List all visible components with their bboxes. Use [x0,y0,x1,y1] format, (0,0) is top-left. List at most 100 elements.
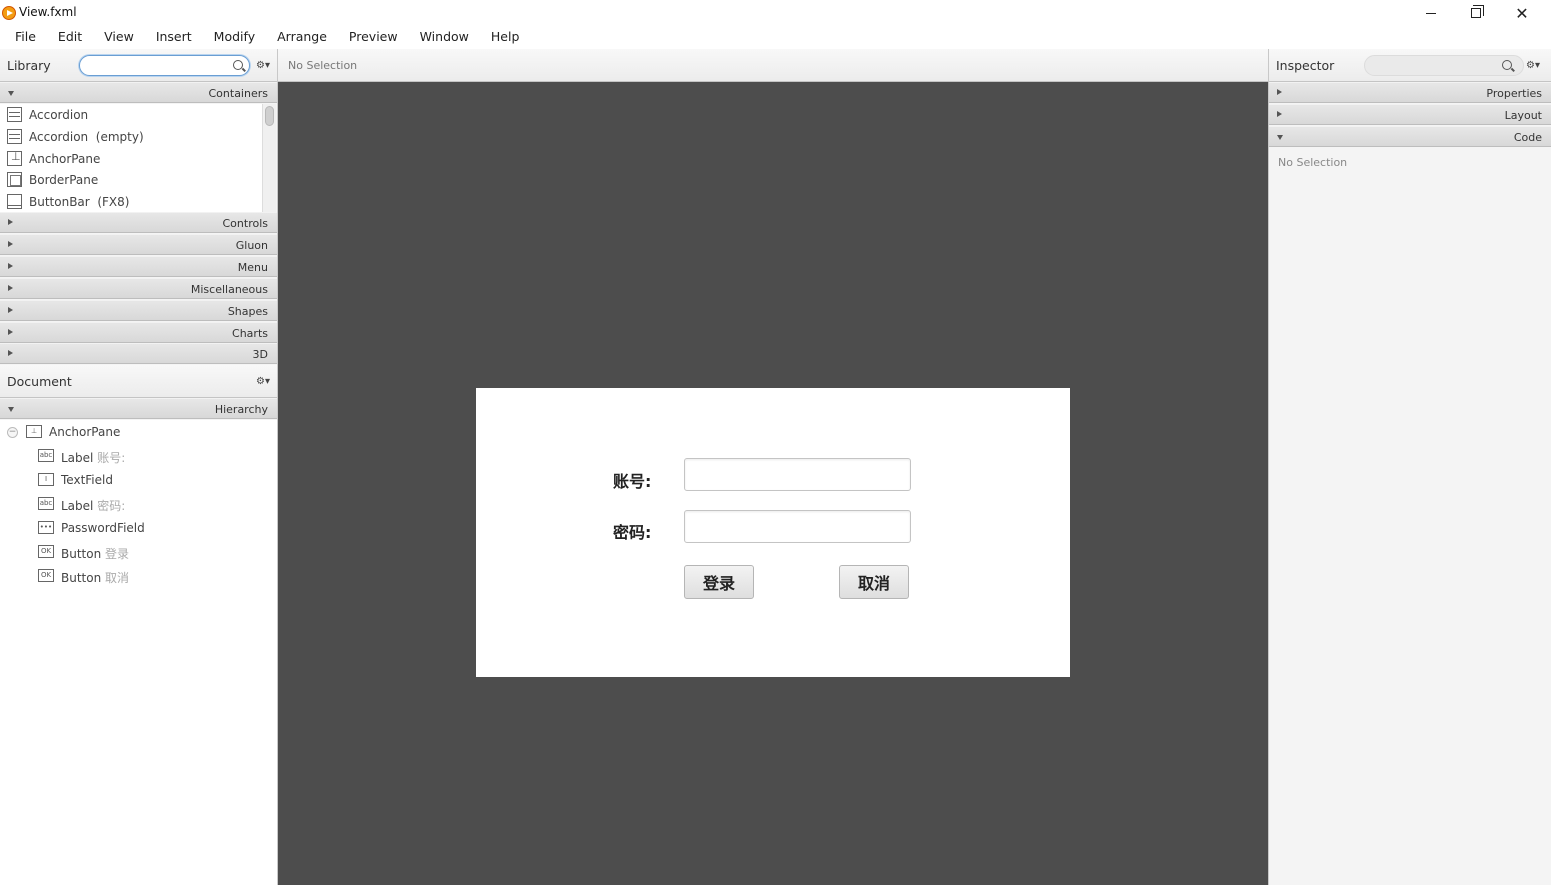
section-label: Properties [1486,87,1542,100]
library-item-label: Accordion (empty) [29,130,144,144]
scrollbar-thumb[interactable] [265,106,274,126]
tree-item-type: Button [61,571,102,585]
accordion-icon [7,129,22,144]
menu-arrange[interactable]: Arrange [266,26,338,48]
tree-item-label: AnchorPane [49,425,121,439]
collapsed-triangle-icon [8,285,13,291]
collapsed-triangle-icon [1277,89,1282,95]
tree-item-label: Button 登录 [61,545,129,562]
restore-icon [1471,5,1484,18]
document-title: Document [7,374,72,389]
tree-item-label-password[interactable]: abc Label 密码: [0,493,277,515]
library-search-box[interactable] [79,55,250,76]
section-miscellaneous[interactable]: Miscellaneous [0,278,277,299]
account-label[interactable]: 账号: [613,468,651,492]
anchorpane-icon [7,150,22,166]
left-panel: Library ⚙▾ Containers Accordion Accordio… [0,49,278,885]
section-controls[interactable]: Controls [0,212,277,233]
tree-item-button-cancel[interactable]: OK Button 取消 [0,565,277,587]
document-header: Document ⚙▾ [0,365,277,398]
label-icon: abc [38,497,54,510]
section-charts[interactable]: Charts [0,322,277,343]
anchorpane-icon: ⊥ [26,425,42,438]
tree-item-button-login[interactable]: OK Button 登录 [0,541,277,563]
button-icon: OK [38,569,54,582]
expanded-triangle-icon [1277,135,1283,140]
section-label: Menu [237,261,268,274]
tree-item-detail: 密码: [97,499,126,513]
collapsed-triangle-icon [8,219,13,225]
menu-view[interactable]: View [93,26,145,48]
accordion-icon [7,107,22,122]
anchorpane-canvas[interactable]: 账号: 密码: 登录 取消 [476,388,1070,677]
library-item-anchorpane[interactable]: AnchorPane [0,148,262,170]
library-item-buttonbar[interactable]: ButtonBar (FX8) [0,191,262,213]
close-button[interactable]: ✕ [1499,0,1545,26]
password-label[interactable]: 密码: [613,519,651,543]
borderpane-icon [7,172,22,187]
menu-help[interactable]: Help [480,26,531,48]
cancel-button[interactable]: 取消 [839,565,909,599]
gear-icon[interactable]: ⚙▾ [256,376,270,388]
library-search-input[interactable] [88,58,228,73]
menu-insert[interactable]: Insert [145,26,203,48]
selection-status-bar: No Selection [278,49,1268,82]
menu-preview[interactable]: Preview [338,26,409,48]
library-item-label: AnchorPane [29,152,101,166]
restore-button[interactable] [1453,0,1499,26]
minimize-button[interactable] [1408,0,1454,26]
password-field[interactable] [684,510,911,543]
containers-list: Accordion Accordion (empty) AnchorPane B… [0,104,262,213]
section-3d[interactable]: 3D [0,343,277,364]
account-textfield[interactable] [684,458,911,491]
library-scrollbar[interactable] [262,104,276,213]
tree-item-type: Label [61,451,94,465]
search-icon[interactable] [1502,60,1512,70]
tree-item-anchorpane[interactable]: − ⊥ AnchorPane [0,421,277,443]
library-item-accordion[interactable]: Accordion [0,104,262,126]
inspector-panel: Inspector ⚙▾ Properties Layout Code No S… [1268,49,1551,885]
menu-edit[interactable]: Edit [47,26,93,48]
expanded-triangle-icon [8,91,14,96]
section-label: Containers [208,87,269,100]
section-shapes[interactable]: Shapes [0,300,277,321]
inspector-search-box[interactable] [1364,55,1524,76]
library-item-label: BorderPane [29,173,99,187]
tree-item-textfield[interactable]: I TextField [0,469,277,491]
section-code[interactable]: Code [1269,126,1551,147]
menu-window[interactable]: Window [409,26,480,48]
library-item-label: Accordion [29,108,89,122]
collapsed-triangle-icon [8,329,13,335]
gear-icon[interactable]: ⚙▾ [1526,60,1540,72]
minimize-icon [1426,12,1436,14]
menu-modify[interactable]: Modify [203,26,266,48]
search-icon[interactable] [233,60,243,70]
section-label: Shapes [227,305,268,318]
tree-item-detail: 登录 [105,547,130,561]
section-gluon[interactable]: Gluon [0,234,277,255]
tree-item-type: Label [61,499,94,513]
login-button[interactable]: 登录 [684,565,754,599]
section-hierarchy[interactable]: Hierarchy [0,398,277,419]
inspector-status: No Selection [1278,156,1348,169]
library-item-label: ButtonBar (FX8) [29,195,130,209]
section-containers[interactable]: Containers [0,82,277,103]
gear-icon[interactable]: ⚙▾ [256,60,270,72]
collapsed-triangle-icon [8,350,13,356]
library-item-borderpane[interactable]: BorderPane [0,169,262,191]
tree-item-type: Button [61,547,102,561]
section-label: Miscellaneous [190,283,268,296]
library-item-accordion-empty[interactable]: Accordion (empty) [0,126,262,148]
section-layout[interactable]: Layout [1269,104,1551,125]
inspector-title: Inspector [1276,58,1335,73]
tree-item-passwordfield[interactable]: ••• PasswordField [0,517,277,539]
inspector-header: Inspector ⚙▾ [1269,49,1551,82]
section-properties[interactable]: Properties [1269,82,1551,103]
tree-item-label-account[interactable]: abc Label 账号: [0,445,277,467]
collapse-icon[interactable]: − [7,427,18,438]
section-label: Hierarchy [214,403,268,416]
tree-item-label: TextField [61,473,113,487]
section-menu[interactable]: Menu [0,256,277,277]
section-label: Controls [222,217,269,230]
menu-file[interactable]: File [0,26,47,48]
